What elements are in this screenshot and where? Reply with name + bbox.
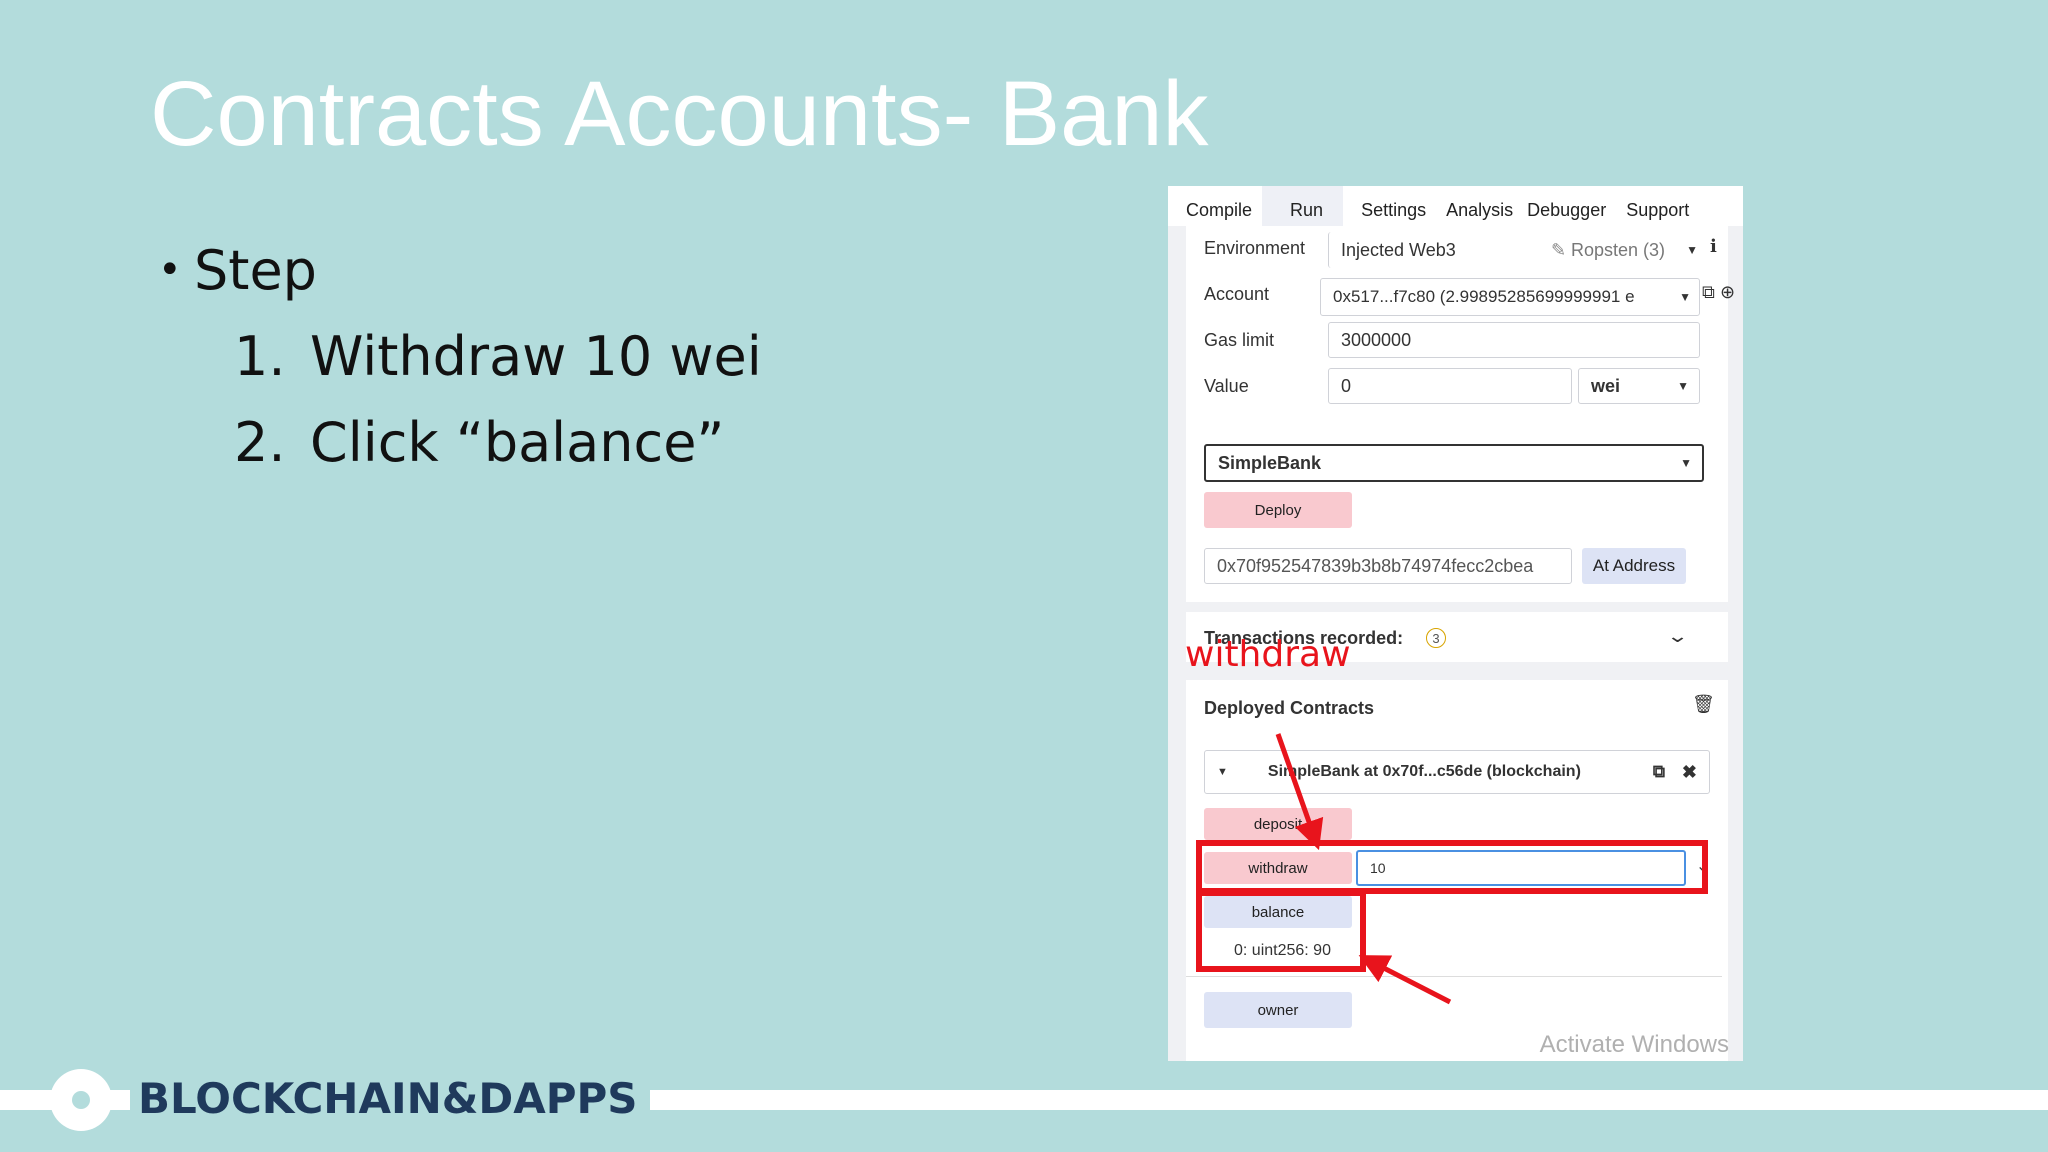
footer-brand-text: BLOCKCHAIN&DAPPS bbox=[138, 1074, 638, 1123]
footer-brand: BLOCKCHAIN&DAPPS bbox=[130, 1066, 650, 1132]
footer-logo-dot bbox=[72, 1091, 90, 1109]
annotation-arrows bbox=[1275, 733, 1452, 1005]
arrow-to-balance-result bbox=[1358, 955, 1452, 1005]
arrow-to-withdraw-input bbox=[1275, 733, 1324, 851]
